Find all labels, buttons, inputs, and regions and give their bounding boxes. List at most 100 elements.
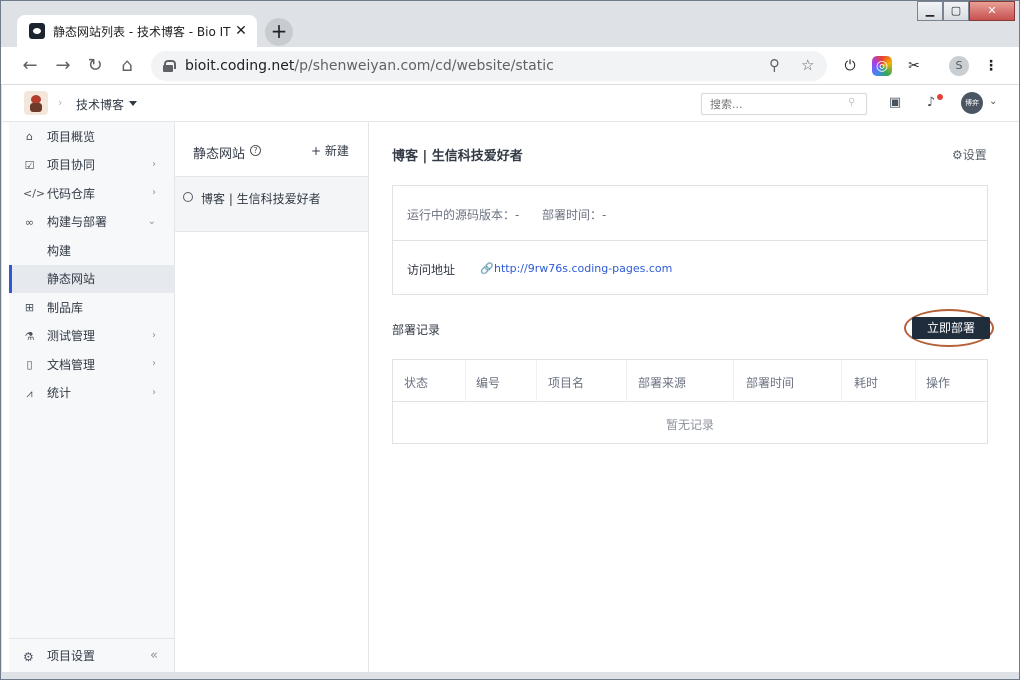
search-icon[interactable]: ⚲ xyxy=(848,97,855,108)
page-title: 博客 | 生信科技爱好者 xyxy=(392,149,523,164)
web-page: › 技术博客 ⚲ ▣ ♪ 博弈 ⌄ ⌂ 项目概览 ☑ 项目协同 › </> 代码… xyxy=(2,85,1019,672)
browser-window: 静态网站列表 - 技术博客 - Bio IT ✕ + ▁ ▢ ✕ ← → ↻ ⌂… xyxy=(0,0,1020,680)
sidebar-item-label: 文档管理 xyxy=(47,357,96,372)
chevron-right-icon: › xyxy=(152,386,156,398)
project-sidebar: ⌂ 项目概览 ☑ 项目协同 › </> 代码仓库 › ∞ 构建与部署 ⌄ 构建 xyxy=(9,122,175,672)
sidebar-item-label: 项目协同 xyxy=(47,158,96,173)
document-icon: ▯ xyxy=(26,358,33,371)
column-divider xyxy=(536,360,537,402)
package-icon: ⊞ xyxy=(24,301,35,314)
site-name: 博客 | 生信科技爱好者 xyxy=(201,192,321,206)
sidebar-item-build-deploy[interactable]: ∞ 构建与部署 ⌄ xyxy=(9,208,174,237)
sidebar-item-label: 代码仓库 xyxy=(47,186,96,201)
sidebar-item-artifacts[interactable]: ⊞ 制品库 xyxy=(9,293,174,322)
new-site-button[interactable]: + 新建 xyxy=(311,142,349,159)
deploy-time-label: 部署时间：- xyxy=(542,208,607,222)
scissors-extension-icon[interactable]: ✂ xyxy=(904,56,924,76)
browser-tab[interactable]: 静态网站列表 - 技术博客 - Bio IT ✕ xyxy=(17,15,257,47)
search-input[interactable] xyxy=(701,93,867,115)
notification-dot xyxy=(937,94,943,100)
deploy-records-table: 状态 编号 项目名 部署来源 部署时间 耗时 操作 暂无记录 xyxy=(392,359,988,444)
forward-icon[interactable]: → xyxy=(52,55,74,77)
calendar-icon[interactable]: ▣ xyxy=(886,94,904,112)
deploy-now-button[interactable]: 立即部署 xyxy=(912,317,990,339)
sidebar-item-label: 构建与部署 xyxy=(47,215,108,230)
window-controls: ▁ ▢ ✕ xyxy=(917,1,1015,21)
sidebar-item-testing[interactable]: ⚗ 测试管理 › xyxy=(9,322,174,351)
top-navigation: › 技术博客 ⚲ ▣ ♪ 博弈 ⌄ xyxy=(2,85,1019,122)
settings-button[interactable]: ⚙设置 xyxy=(952,146,987,163)
favicon-icon xyxy=(29,23,45,39)
power-extension-icon[interactable]: ⏻ xyxy=(840,56,860,76)
visit-url-link[interactable]: http://9rw76s.coding-pages.com xyxy=(494,262,672,275)
site-list-panel: 静态网站 ? + 新建 博客 | 生信科技爱好者 xyxy=(175,122,369,672)
sidebar-item-static-site[interactable]: 静态网站 xyxy=(9,264,174,293)
gear-icon: ⚙ xyxy=(23,650,34,664)
column-header: 项目名 xyxy=(548,376,585,390)
user-avatar[interactable]: 博弈 xyxy=(961,92,983,114)
close-window-button[interactable]: ✕ xyxy=(969,1,1015,21)
status-circle-icon xyxy=(183,192,193,202)
column-header: 编号 xyxy=(476,376,501,390)
visit-address-label: 访问地址 xyxy=(407,263,456,277)
color-extension-icon[interactable]: ◎ xyxy=(872,56,892,76)
help-icon[interactable]: ? xyxy=(250,145,261,156)
minimize-button[interactable]: ▁ xyxy=(917,1,943,21)
chevron-right-icon: › xyxy=(152,358,156,369)
column-divider xyxy=(465,360,466,402)
url-text: bioit.coding.net/p/shenweiyan.com/cd/web… xyxy=(185,58,554,74)
flask-icon: ⚗ xyxy=(24,329,35,343)
sidebar-item-label: 测试管理 xyxy=(47,329,96,344)
tab-bar: 静态网站列表 - 技术博客 - Bio IT ✕ + ▁ ▢ ✕ xyxy=(1,1,1019,47)
address-bar[interactable]: bioit.coding.net/p/shenweiyan.com/cd/web… xyxy=(151,51,827,81)
settings-label: 设置 xyxy=(962,148,987,162)
maximize-button[interactable]: ▢ xyxy=(943,1,969,21)
site-list-title: 静态网站 xyxy=(193,147,246,162)
sidebar-item-label: 静态网站 xyxy=(47,272,96,287)
breadcrumb-separator-icon: › xyxy=(58,96,63,109)
version-row: 运行中的源码版本：- 部署时间：- xyxy=(393,186,987,241)
column-divider xyxy=(733,360,734,402)
zoom-icon[interactable]: ⚲ xyxy=(769,56,780,74)
new-tab-button[interactable]: + xyxy=(265,18,293,46)
sidebar-item-overview[interactable]: ⌂ 项目概览 xyxy=(9,122,174,151)
chevron-right-icon: › xyxy=(152,329,156,341)
collapse-sidebar-icon[interactable]: « xyxy=(150,648,158,663)
sidebar-item-label: 统计 xyxy=(47,386,72,401)
column-header: 部署时间 xyxy=(746,376,795,390)
sidebar-item-build[interactable]: 构建 xyxy=(9,236,174,265)
chevron-down-icon: ⌄ xyxy=(147,215,156,227)
deploy-records-heading: 部署记录 xyxy=(392,323,441,337)
table-header: 状态 编号 项目名 部署来源 部署时间 耗时 操作 xyxy=(393,360,987,402)
column-header: 操作 xyxy=(926,376,951,390)
lock-icon xyxy=(163,60,176,72)
column-header: 状态 xyxy=(404,376,429,390)
chevron-down-icon[interactable]: ⌄ xyxy=(989,96,997,107)
project-logo[interactable] xyxy=(24,91,48,115)
site-list-item[interactable]: 博客 | 生信科技爱好者 xyxy=(175,177,368,232)
sidebar-item-stats[interactable]: ⩘ 统计 › xyxy=(9,379,174,408)
caret-down-icon[interactable] xyxy=(129,101,137,106)
project-switcher[interactable]: 技术博客 xyxy=(76,96,124,113)
profile-avatar[interactable]: S xyxy=(949,56,969,76)
sidebar-item-collaboration[interactable]: ☑ 项目协同 › xyxy=(9,151,174,180)
site-info-box: 运行中的源码版本：- 部署时间：- 访问地址 🔗 http://9rw76s.c… xyxy=(392,185,988,295)
home-icon[interactable]: ⌂ xyxy=(116,55,138,77)
reload-icon[interactable]: ↻ xyxy=(84,55,106,77)
infinity-icon: ∞ xyxy=(24,215,35,229)
code-icon: </> xyxy=(23,187,46,200)
sidebar-item-docs[interactable]: ▯ 文档管理 › xyxy=(9,350,174,379)
sidebar-footer-label: 项目设置 xyxy=(47,649,96,663)
bookmark-star-icon[interactable]: ☆ xyxy=(801,56,814,74)
menu-kebab-icon[interactable]: ⋮ xyxy=(981,56,1001,76)
project-settings-link[interactable]: ⚙ 项目设置 « xyxy=(9,638,174,672)
site-detail-panel: 博客 | 生信科技爱好者 ⚙设置 运行中的源码版本：- 部署时间：- 访问地址 … xyxy=(369,122,1019,672)
site-list-header: 静态网站 ? + 新建 xyxy=(175,122,368,177)
chevron-right-icon: › xyxy=(152,187,156,198)
sidebar-item-code-repo[interactable]: </> 代码仓库 › xyxy=(9,179,174,208)
back-icon[interactable]: ← xyxy=(19,55,41,77)
tab-title: 静态网站列表 - 技术博客 - Bio IT xyxy=(53,24,231,39)
tab-close-icon[interactable]: ✕ xyxy=(233,23,249,39)
sidebar-item-label: 制品库 xyxy=(47,300,84,315)
home-icon: ⌂ xyxy=(26,130,33,143)
